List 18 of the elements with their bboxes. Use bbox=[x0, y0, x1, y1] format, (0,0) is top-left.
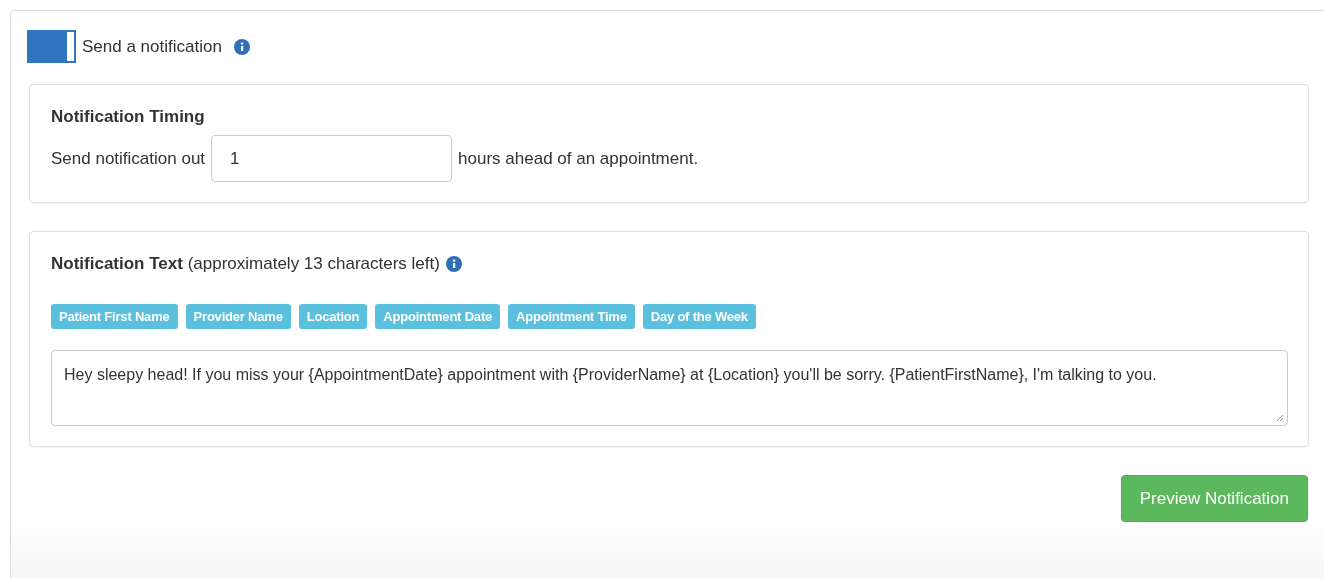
placeholder-tag[interactable]: Location bbox=[298, 304, 368, 329]
field-suffix: hours ahead of an appointment. bbox=[458, 148, 699, 169]
resize-grip-icon[interactable] bbox=[1276, 414, 1284, 422]
hours-field[interactable]: 1 bbox=[211, 135, 453, 182]
info-icon[interactable] bbox=[445, 256, 462, 272]
message-field[interactable]: Hey sleepy head! If you miss your {AppointmentDate} appointment with {ProviderName} at {Location} you'll be sorry. {PatientFirstName}, I'm talking to you. bbox=[51, 350, 1288, 426]
info-icon[interactable] bbox=[233, 38, 250, 55]
placeholder-tag[interactable]: Provider Name bbox=[185, 304, 291, 329]
card-heading: Notification Text (approximately 13 characters left) bbox=[51, 254, 440, 274]
placeholder-tag[interactable]: Day of the Week bbox=[642, 304, 756, 329]
toggle-label: Send a notification bbox=[82, 36, 222, 57]
toggle-switch[interactable] bbox=[27, 30, 76, 63]
placeholder-tag[interactable]: Appointment Date bbox=[375, 304, 501, 329]
placeholder-tag[interactable]: Patient First Name bbox=[51, 304, 178, 329]
placeholder-tag[interactable]: Appointment Time bbox=[508, 304, 635, 329]
card-title: Notification Timing bbox=[51, 107, 206, 127]
field-label: Send notification out bbox=[51, 148, 206, 169]
preview-button[interactable]: Preview Notification bbox=[1120, 475, 1308, 522]
